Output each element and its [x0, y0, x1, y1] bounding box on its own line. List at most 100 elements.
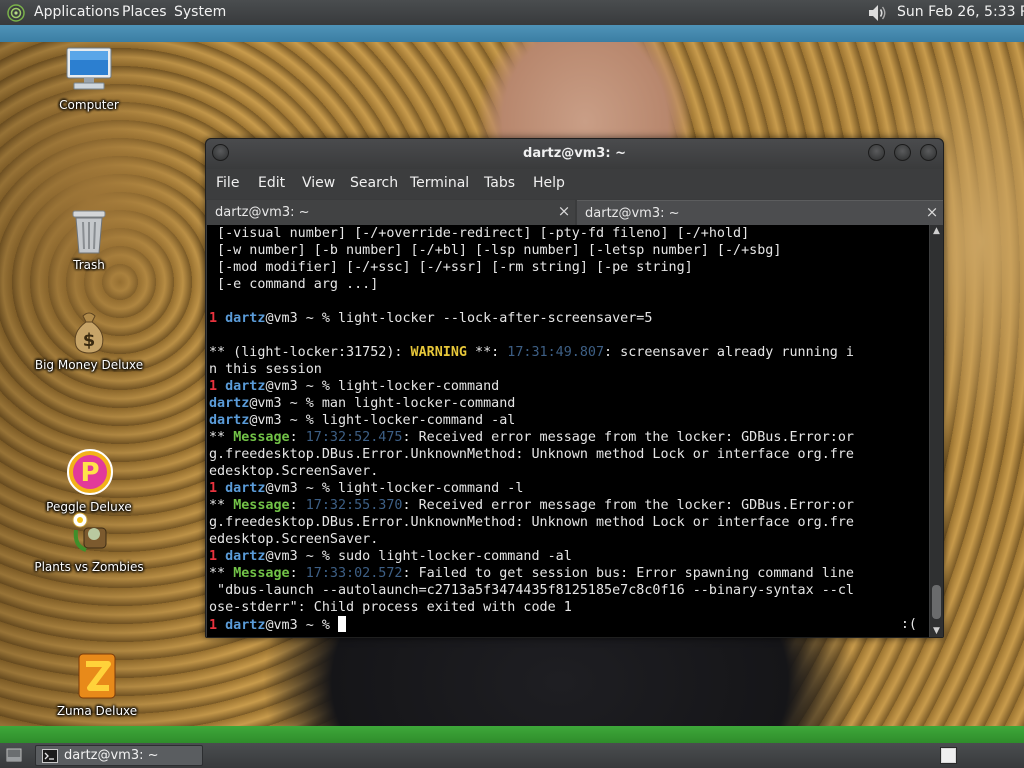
terminal-line: ** Message: 17:32:52.475: Received error…	[209, 429, 854, 446]
terminal-icon	[42, 749, 58, 763]
terminal-text: **	[209, 430, 234, 445]
terminal-text: **	[209, 566, 234, 581]
distro-logo-icon[interactable]	[7, 4, 25, 22]
terminal-line: ** Message: 17:32:55.370: Received error…	[209, 497, 854, 514]
minimize-button[interactable]	[868, 144, 885, 161]
workspace-switcher-icon[interactable]	[940, 747, 957, 764]
svg-text:P: P	[80, 458, 99, 488]
prompt-user: dartz	[225, 379, 266, 394]
svg-text:$: $	[83, 330, 96, 351]
prompt-command: @vm3 ~ % man light-locker-command	[249, 396, 516, 411]
tab-close-icon[interactable]: ×	[557, 204, 571, 219]
terminal-text: **	[209, 498, 234, 513]
trash-icon	[72, 210, 106, 254]
prompt-user: dartz	[209, 413, 250, 428]
clock[interactable]: Sun Feb 26, 5:33 PM	[897, 4, 1024, 20]
terminal-line: n this session	[209, 362, 322, 377]
menu-file[interactable]: File	[216, 175, 239, 191]
timestamp: 17:32:52.475	[305, 430, 403, 445]
timestamp: 17:32:55.370	[305, 498, 403, 513]
desktop-icon-label: Computer	[59, 98, 119, 112]
menubar: File Edit View Search Terminal Tabs Help	[206, 169, 943, 199]
terminal-line: dartz@vm3 ~ % man light-locker-command	[209, 395, 515, 412]
volume-icon[interactable]	[866, 2, 888, 24]
desktop-icon-label: Trash	[73, 258, 105, 272]
prompt-user: dartz	[225, 481, 266, 496]
scrollbar-thumb[interactable]	[932, 585, 941, 619]
terminal-line: ** Message: 17:33:02.572: Failed to get …	[209, 565, 854, 582]
terminal-line: [-mod modifier] [-/+ssc] [-/+ssr] [-rm s…	[209, 260, 693, 275]
menu-help[interactable]: Help	[533, 175, 565, 191]
taskbar-button-terminal[interactable]: dartz@vm3: ~	[35, 745, 203, 766]
terminal-text: :	[289, 430, 306, 445]
prompt-command: @vm3 ~ % light-locker-command -l	[265, 481, 524, 496]
menu-applications[interactable]: Applications	[34, 4, 120, 20]
desktop-icon-big-money[interactable]: $ Big Money Deluxe	[24, 310, 154, 380]
tab-bar: dartz@vm3: ~ × dartz@vm3: ~ ×	[206, 199, 943, 225]
desktop-icon-label: Big Money Deluxe	[34, 358, 144, 372]
desktop-icon-plants-vs-zombies[interactable]: Plants vs Zombies	[24, 508, 154, 574]
menu-view[interactable]: View	[302, 175, 335, 191]
prompt-exit-code: 1	[209, 481, 226, 496]
tab-2-active[interactable]: dartz@vm3: ~ ×	[577, 200, 943, 225]
desktop-icon-computer[interactable]: Computer	[24, 46, 154, 116]
menu-edit[interactable]: Edit	[258, 175, 285, 191]
terminal-line: [-visual number] [-/+override-redirect] …	[209, 226, 750, 241]
bottom-panel: dartz@vm3: ~	[0, 743, 1024, 768]
prompt-command: @vm3 ~ % light-locker-command -al	[249, 413, 516, 428]
scroll-down-icon[interactable]: ▼	[930, 625, 943, 637]
terminal-line: ose-stderr": Child process exited with c…	[209, 600, 572, 615]
prompt-right-status: :(	[900, 617, 917, 632]
tab-close-icon[interactable]: ×	[925, 205, 939, 220]
terminal-line: g.freedesktop.DBus.Error.UnknownMethod: …	[209, 447, 854, 462]
prompt-user: dartz	[225, 311, 266, 326]
peggle-icon: P	[67, 449, 113, 495]
menu-tabs[interactable]: Tabs	[484, 175, 515, 191]
terminal-text: : Received error message from the locker…	[402, 430, 854, 445]
terminal-line: edesktop.ScreenSaver.	[209, 532, 379, 547]
menu-terminal[interactable]: Terminal	[410, 175, 469, 191]
prompt-command: @vm3 ~ % sudo light-locker-command -al	[265, 549, 572, 564]
show-desktop-icon[interactable]	[6, 748, 22, 762]
prompt-user: dartz	[225, 618, 266, 633]
terminal-line: 1 dartz@vm3 ~ % light-locker-command	[209, 378, 499, 395]
desktop-icon-label: Zuma Deluxe	[56, 704, 138, 718]
terminal-cursor	[338, 616, 346, 632]
warning-tag: WARNING	[410, 345, 467, 360]
plants-icon	[72, 512, 107, 552]
maximize-button[interactable]	[894, 144, 911, 161]
desktop-icon-trash[interactable]: Trash	[24, 208, 154, 278]
timestamp: 17:33:02.572	[305, 566, 403, 581]
message-tag: Message	[233, 430, 290, 445]
tab-label: dartz@vm3: ~	[215, 205, 310, 220]
menu-system[interactable]: System	[174, 4, 226, 20]
desktop-icon-zuma[interactable]: Zuma Deluxe	[32, 652, 162, 722]
tab-label: dartz@vm3: ~	[585, 206, 680, 221]
terminal-line: [-w number] [-b number] [-/+bl] [-lsp nu…	[209, 243, 782, 258]
close-button[interactable]	[920, 144, 937, 161]
terminal-window[interactable]: dartz@vm3: ~ File Edit View Search Termi…	[205, 138, 944, 638]
prompt-text: @vm3 ~ %	[265, 618, 338, 633]
prompt-user: dartz	[225, 549, 266, 564]
window-titlebar[interactable]: dartz@vm3: ~	[206, 139, 943, 169]
terminal-line: 1 dartz@vm3 ~ % light-locker --lock-afte…	[209, 310, 652, 327]
terminal-line: ** (light-locker:31752): WARNING **: 17:…	[209, 344, 854, 361]
prompt-exit-code: 1	[209, 311, 226, 326]
tab-1[interactable]: dartz@vm3: ~ ×	[207, 200, 575, 225]
prompt-command: @vm3 ~ % light-locker --lock-after-scree…	[265, 311, 653, 326]
scrollbar[interactable]: ▲ ▼	[930, 225, 943, 637]
prompt-command: @vm3 ~ % light-locker-command	[265, 379, 500, 394]
terminal-text: :	[289, 566, 306, 581]
scroll-up-icon[interactable]: ▲	[930, 225, 943, 237]
prompt-exit-code: 1	[209, 618, 226, 633]
menu-search[interactable]: Search	[350, 175, 398, 191]
bottom-panel-accent	[0, 726, 1024, 743]
message-tag: Message	[233, 498, 290, 513]
terminal-text: **:	[466, 345, 508, 360]
money-bag-icon: $	[74, 312, 104, 354]
terminal-output[interactable]: [-visual number] [-/+override-redirect] …	[207, 225, 929, 637]
terminal-line: edesktop.ScreenSaver.	[209, 464, 379, 479]
zuma-icon	[78, 653, 116, 699]
menu-places[interactable]: Places	[122, 4, 167, 20]
terminal-line: dartz@vm3 ~ % light-locker-command -al	[209, 412, 515, 429]
